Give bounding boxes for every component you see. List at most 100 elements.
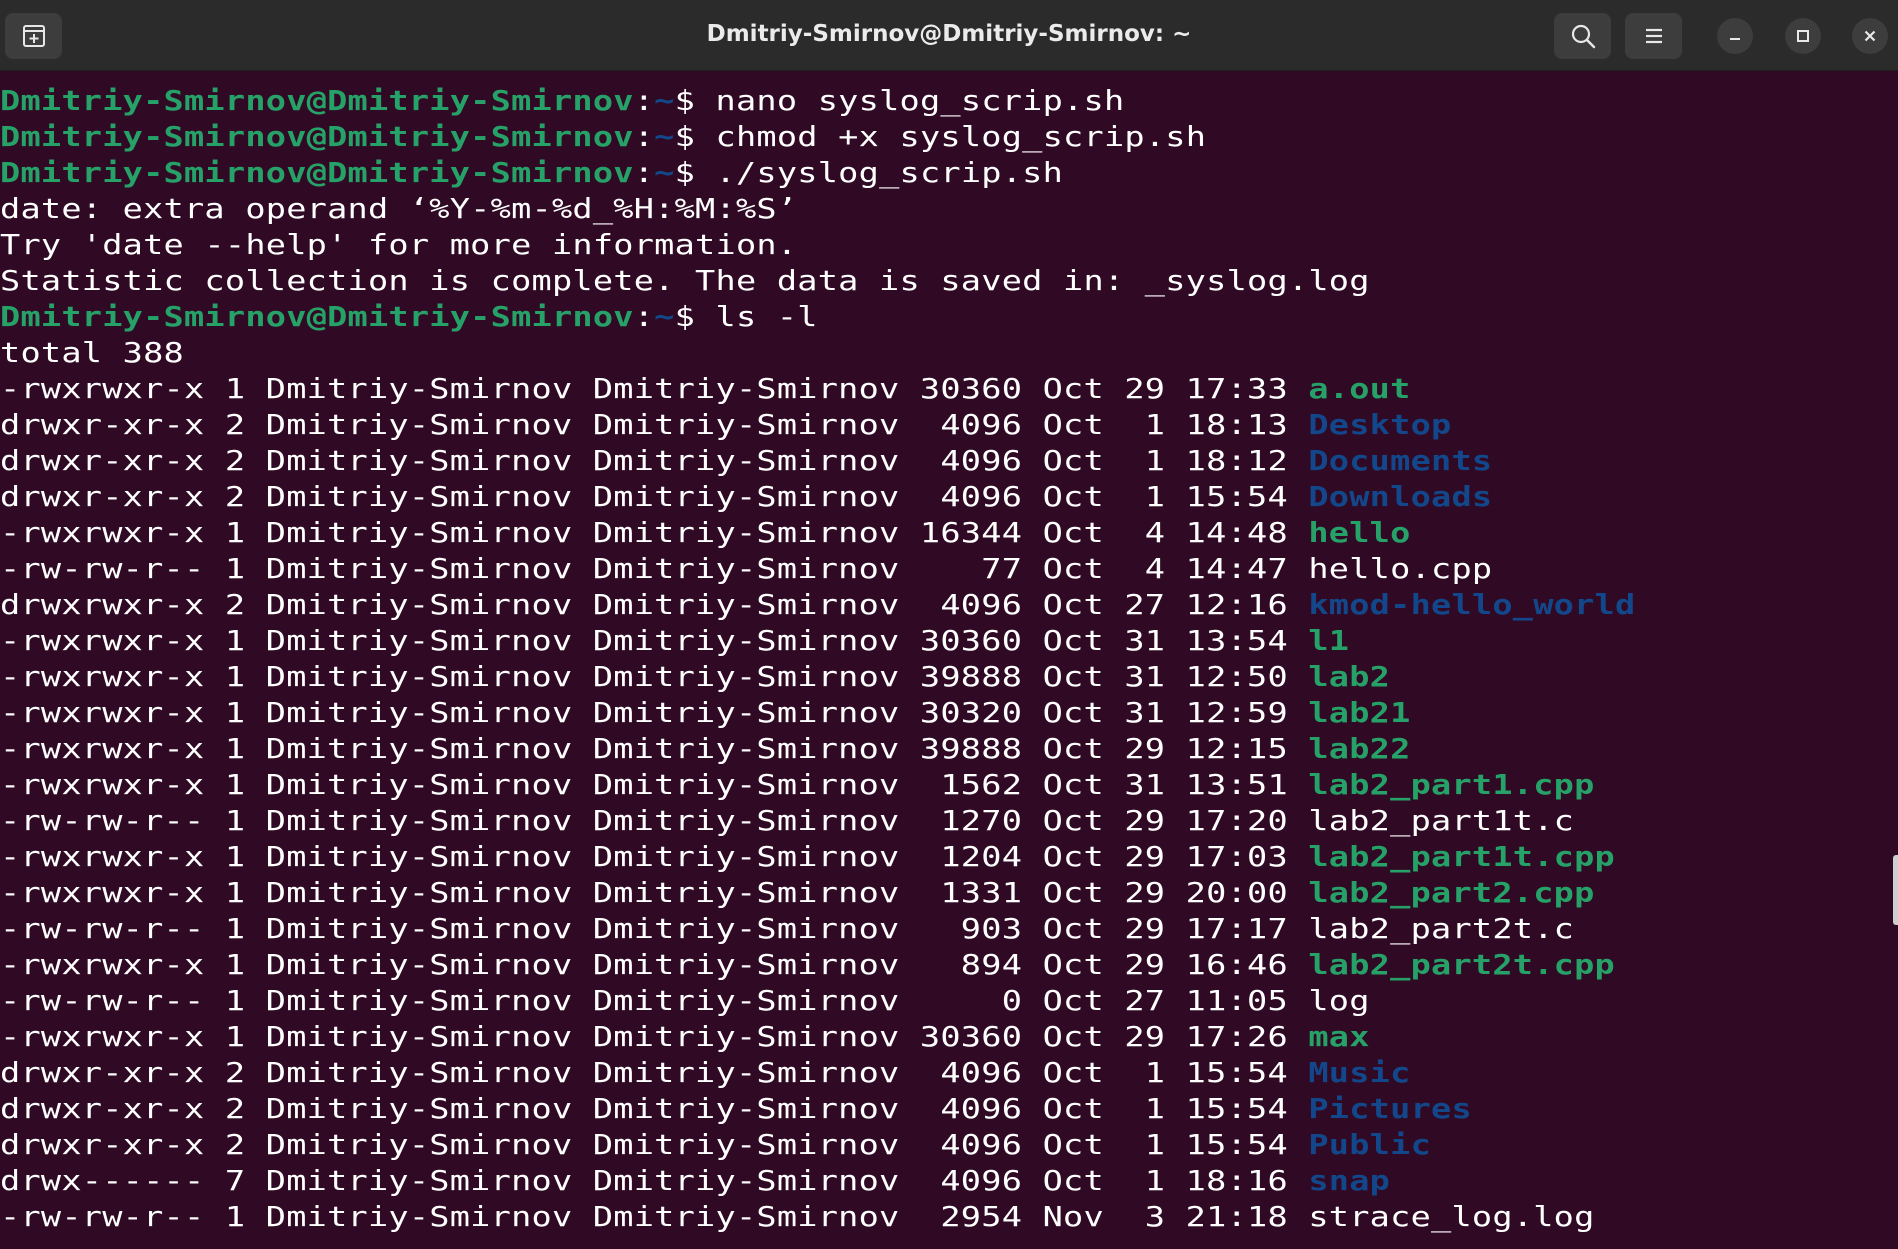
directory-name: kmod-hello_world	[1308, 589, 1636, 621]
file-attributes: -rwxrwxr-x 1 Dmitriy-Smirnov Dmitriy-Smi…	[0, 877, 1309, 909]
file-attributes: -rwxrwxr-x 1 Dmitriy-Smirnov Dmitriy-Smi…	[0, 733, 1309, 765]
prompt-path: ~	[654, 85, 675, 117]
directory-name: Documents	[1308, 445, 1493, 477]
file-attributes: drwx------ 7 Dmitriy-Smirnov Dmitriy-Smi…	[0, 1165, 1309, 1197]
maximize-button[interactable]	[1785, 18, 1821, 54]
directory-name: Public	[1308, 1129, 1432, 1161]
output-line: Try 'date --help' for more information.	[0, 229, 798, 261]
executable-name: lab2_part1t.cpp	[1308, 841, 1616, 873]
scrollbar-thumb[interactable]	[1893, 855, 1898, 925]
file-listing-row: -rw-rw-r-- 1 Dmitriy-Smirnov Dmitriy-Smi…	[0, 1199, 1595, 1235]
executable-name: lab2	[1308, 661, 1391, 693]
prompt-user-host: Dmitriy-Smirnov@Dmitriy-Smirnov	[0, 301, 634, 333]
file-listing-row: -rw-rw-r-- 1 Dmitriy-Smirnov Dmitriy-Smi…	[0, 911, 1574, 947]
file-listing-row: drwxrwxr-x 2 Dmitriy-Smirnov Dmitriy-Smi…	[0, 587, 1635, 623]
file-listing-row: drwxr-xr-x 2 Dmitriy-Smirnov Dmitriy-Smi…	[0, 1055, 1411, 1091]
file-name: hello.cpp	[1308, 553, 1493, 585]
output-line: Statistic collection is complete. The da…	[0, 265, 1370, 297]
file-attributes: -rwxrwxr-x 1 Dmitriy-Smirnov Dmitriy-Smi…	[0, 1021, 1309, 1053]
directory-name: snap	[1308, 1165, 1391, 1197]
prompt-path: ~	[654, 157, 675, 189]
executable-name: hello	[1308, 517, 1411, 549]
prompt-separator: :	[633, 121, 655, 153]
file-listing-row: drwx------ 7 Dmitriy-Smirnov Dmitriy-Smi…	[0, 1163, 1390, 1199]
file-attributes: drwxr-xr-x 2 Dmitriy-Smirnov Dmitriy-Smi…	[0, 409, 1309, 441]
file-listing-row: -rwxrwxr-x 1 Dmitriy-Smirnov Dmitriy-Smi…	[0, 839, 1615, 875]
executable-name: lab2_part2.cpp	[1308, 877, 1595, 909]
file-listing-row: -rw-rw-r-- 1 Dmitriy-Smirnov Dmitriy-Smi…	[0, 803, 1574, 839]
file-attributes: -rwxrwxr-x 1 Dmitriy-Smirnov Dmitriy-Smi…	[0, 841, 1309, 873]
file-attributes: -rwxrwxr-x 1 Dmitriy-Smirnov Dmitriy-Smi…	[0, 517, 1309, 549]
file-name: lab2_part2t.c	[1308, 913, 1575, 945]
file-attributes: drwxr-xr-x 2 Dmitriy-Smirnov Dmitriy-Smi…	[0, 1129, 1309, 1161]
command-text: nano syslog_scrip.sh	[715, 85, 1125, 117]
prompt-symbol: $	[674, 157, 716, 189]
executable-name: lab2_part2t.cpp	[1308, 949, 1616, 981]
search-button[interactable]	[1554, 13, 1611, 59]
prompt-path: ~	[654, 301, 675, 333]
executable-name: l1	[1308, 625, 1350, 657]
file-listing-row: -rwxrwxr-x 1 Dmitriy-Smirnov Dmitriy-Smi…	[0, 731, 1411, 767]
file-attributes: -rw-rw-r-- 1 Dmitriy-Smirnov Dmitriy-Smi…	[0, 913, 1309, 945]
file-listing-row: -rwxrwxr-x 1 Dmitriy-Smirnov Dmitriy-Smi…	[0, 623, 1349, 659]
file-attributes: -rw-rw-r-- 1 Dmitriy-Smirnov Dmitriy-Smi…	[0, 985, 1309, 1017]
ls-total: total 388	[0, 337, 184, 369]
close-icon	[1864, 30, 1876, 42]
command-text: chmod +x syslog_scrip.sh	[715, 121, 1207, 153]
file-listing-row: drwxr-xr-x 2 Dmitriy-Smirnov Dmitriy-Smi…	[0, 1127, 1431, 1163]
executable-name: a.out	[1308, 373, 1411, 405]
prompt-path: ~	[654, 121, 675, 153]
new-tab-button[interactable]	[5, 13, 62, 59]
menu-button[interactable]	[1625, 13, 1682, 59]
file-listing-row: -rwxrwxr-x 1 Dmitriy-Smirnov Dmitriy-Smi…	[0, 767, 1595, 803]
command-text: ./syslog_scrip.sh	[715, 157, 1064, 189]
maximize-icon	[1797, 30, 1809, 42]
file-listing-row: drwxr-xr-x 2 Dmitriy-Smirnov Dmitriy-Smi…	[0, 443, 1492, 479]
hamburger-menu-icon	[1645, 28, 1662, 44]
file-attributes: drwxrwxr-x 2 Dmitriy-Smirnov Dmitriy-Smi…	[0, 589, 1309, 621]
close-button[interactable]	[1852, 18, 1888, 54]
file-listing-row: drwxr-xr-x 2 Dmitriy-Smirnov Dmitriy-Smi…	[0, 407, 1451, 443]
prompt-line: Dmitriy-Smirnov@Dmitriy-Smirnov:~$ nano …	[0, 83, 1124, 119]
file-listing-row: -rw-rw-r-- 1 Dmitriy-Smirnov Dmitriy-Smi…	[0, 983, 1370, 1019]
executable-name: lab22	[1308, 733, 1411, 765]
prompt-line: Dmitriy-Smirnov@Dmitriy-Smirnov:~$ ls -l	[0, 299, 818, 335]
file-listing-row: -rwxrwxr-x 1 Dmitriy-Smirnov Dmitriy-Smi…	[0, 371, 1411, 407]
directory-name: Desktop	[1308, 409, 1452, 441]
prompt-line: Dmitriy-Smirnov@Dmitriy-Smirnov:~$ ./sys…	[0, 155, 1063, 191]
directory-name: Pictures	[1308, 1093, 1472, 1125]
terminal-output[interactable]: Dmitriy-Smirnov@Dmitriy-Smirnov:~$ nano …	[0, 70, 1898, 1249]
output-line: date: extra operand ‘%Y-%m-%d_%H:%M:%S’	[0, 193, 798, 225]
executable-name: lab2_part1.cpp	[1308, 769, 1595, 801]
directory-name: Downloads	[1308, 481, 1493, 513]
file-attributes: -rwxrwxr-x 1 Dmitriy-Smirnov Dmitriy-Smi…	[0, 373, 1309, 405]
file-attributes: -rwxrwxr-x 1 Dmitriy-Smirnov Dmitriy-Smi…	[0, 661, 1309, 693]
new-tab-icon	[22, 25, 45, 47]
file-attributes: -rw-rw-r-- 1 Dmitriy-Smirnov Dmitriy-Smi…	[0, 1201, 1309, 1233]
prompt-symbol: $	[674, 121, 716, 153]
prompt-user-host: Dmitriy-Smirnov@Dmitriy-Smirnov	[0, 121, 634, 153]
prompt-line: Dmitriy-Smirnov@Dmitriy-Smirnov:~$ chmod…	[0, 119, 1206, 155]
executable-name: max	[1308, 1021, 1370, 1053]
prompt-user-host: Dmitriy-Smirnov@Dmitriy-Smirnov	[0, 85, 634, 117]
file-listing-row: -rw-rw-r-- 1 Dmitriy-Smirnov Dmitriy-Smi…	[0, 551, 1492, 587]
file-listing-row: -rwxrwxr-x 1 Dmitriy-Smirnov Dmitriy-Smi…	[0, 659, 1390, 695]
minimize-button[interactable]	[1717, 18, 1753, 54]
prompt-symbol: $	[674, 301, 716, 333]
terminal-window: Dmitriy-Smirnov@Dmitriy-Smirnov: ~ Dmitr…	[0, 0, 1898, 1249]
command-text: ls -l	[715, 301, 818, 333]
file-attributes: -rwxrwxr-x 1 Dmitriy-Smirnov Dmitriy-Smi…	[0, 949, 1309, 981]
directory-name: Music	[1308, 1057, 1411, 1089]
prompt-separator: :	[633, 301, 655, 333]
file-name: strace_log.log	[1308, 1201, 1595, 1233]
file-attributes: drwxr-xr-x 2 Dmitriy-Smirnov Dmitriy-Smi…	[0, 445, 1309, 477]
search-icon	[1571, 24, 1595, 49]
file-attributes: -rw-rw-r-- 1 Dmitriy-Smirnov Dmitriy-Smi…	[0, 553, 1309, 585]
title-bar[interactable]: Dmitriy-Smirnov@Dmitriy-Smirnov: ~	[0, 0, 1898, 71]
file-listing-row: -rwxrwxr-x 1 Dmitriy-Smirnov Dmitriy-Smi…	[0, 695, 1411, 731]
executable-name: lab21	[1308, 697, 1411, 729]
file-attributes: drwxr-xr-x 2 Dmitriy-Smirnov Dmitriy-Smi…	[0, 481, 1309, 513]
file-listing-row: drwxr-xr-x 2 Dmitriy-Smirnov Dmitriy-Smi…	[0, 479, 1492, 515]
file-attributes: -rwxrwxr-x 1 Dmitriy-Smirnov Dmitriy-Smi…	[0, 769, 1309, 801]
window-title: Dmitriy-Smirnov@Dmitriy-Smirnov: ~	[706, 21, 1192, 47]
